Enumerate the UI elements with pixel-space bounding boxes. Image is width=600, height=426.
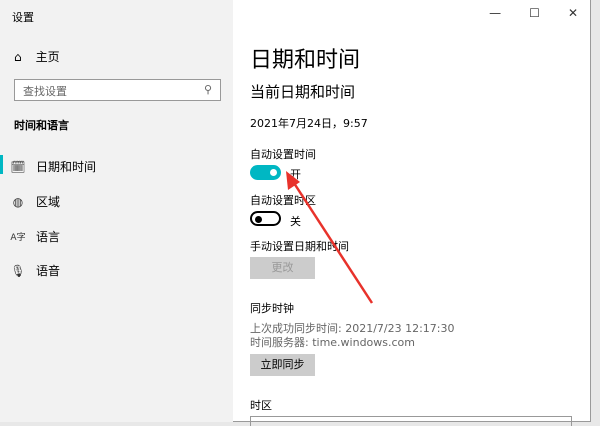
arrow-shaft <box>292 180 372 303</box>
annotation-arrow <box>0 0 600 424</box>
